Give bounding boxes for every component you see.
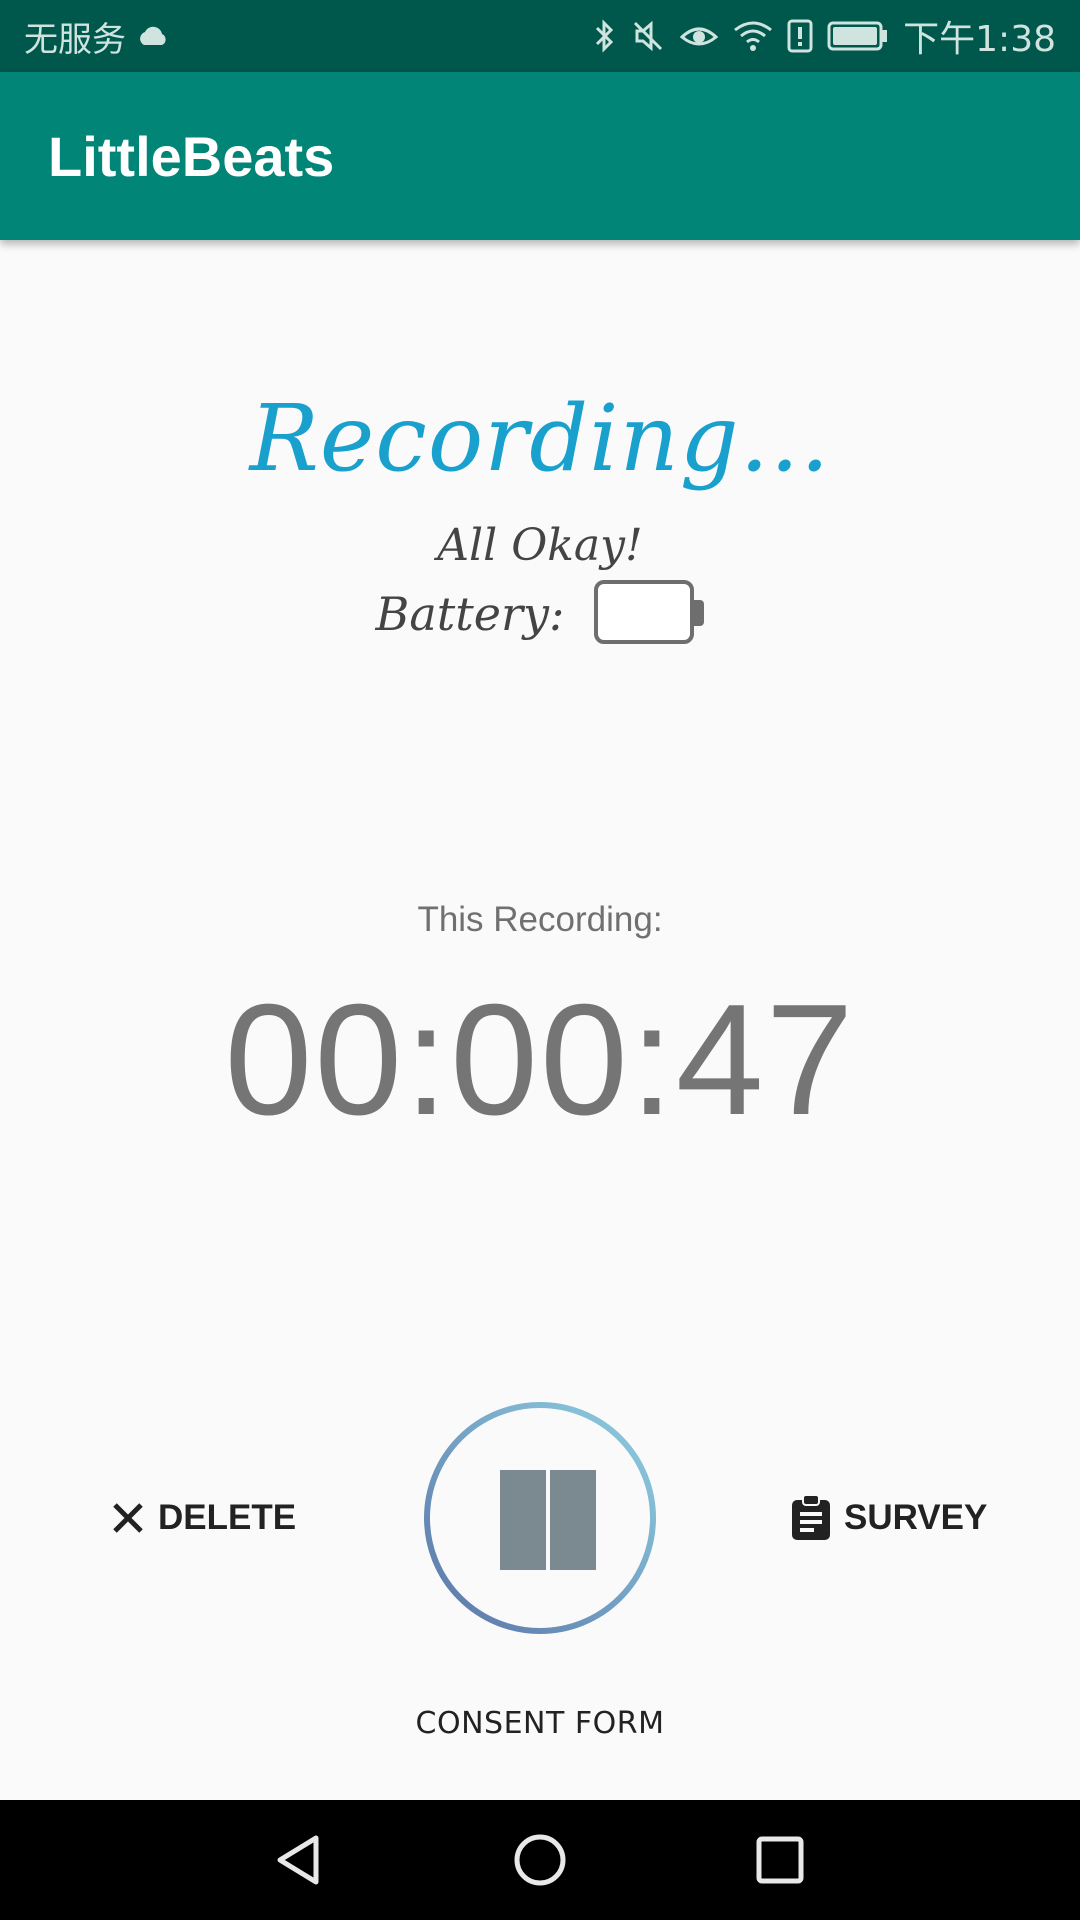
mute-icon [631,19,665,53]
home-icon[interactable] [510,1830,570,1890]
status-left: 无服务 [24,12,170,61]
app-bar: LittleBeats [0,72,1080,240]
battery-status-icon [827,21,889,51]
timer-label: This Recording: [417,900,663,939]
consent-form-link[interactable]: CONSENT FORM [0,1706,1080,1741]
timer-value: 00:00:47 [224,972,856,1148]
battery-tip [694,600,705,626]
bluetooth-icon [593,18,617,54]
close-icon [113,1503,143,1533]
status-bar: 无服务 下午1:38 [0,0,1080,72]
battery-row: Battery: [0,580,1080,648]
battery-icon [594,580,705,648]
clipboard-icon [792,1494,830,1540]
back-icon[interactable] [270,1830,330,1890]
delete-button[interactable]: DELETE [110,1488,296,1548]
survey-label: SURVEY [844,1498,988,1537]
battery-body [594,580,695,644]
pause-icon-bar [550,1470,596,1570]
survey-button[interactable]: SURVEY [790,1488,987,1548]
wifi-icon [733,20,773,52]
screen: 无服务 下午1:38 LittleBeats Recording... All … [0,0,1080,1920]
delete-label: DELETE [158,1498,297,1537]
alert-icon [787,19,813,53]
pause-button[interactable] [422,1400,658,1636]
pause-icon [500,1470,546,1570]
recording-status: All Okay! [437,520,643,571]
status-right: 下午1:38 [593,10,1056,62]
cloud-icon [136,25,170,47]
status-time: 下午1:38 [903,19,1056,60]
recents-icon[interactable] [750,1830,810,1890]
recording-headline: Recording... [249,385,831,492]
eye-icon [679,21,719,51]
app-title: LittleBeats [48,124,335,188]
carrier-label: 无服务 [24,19,126,60]
nav-bar [0,1800,1080,1920]
battery-label: Battery: [375,587,565,641]
